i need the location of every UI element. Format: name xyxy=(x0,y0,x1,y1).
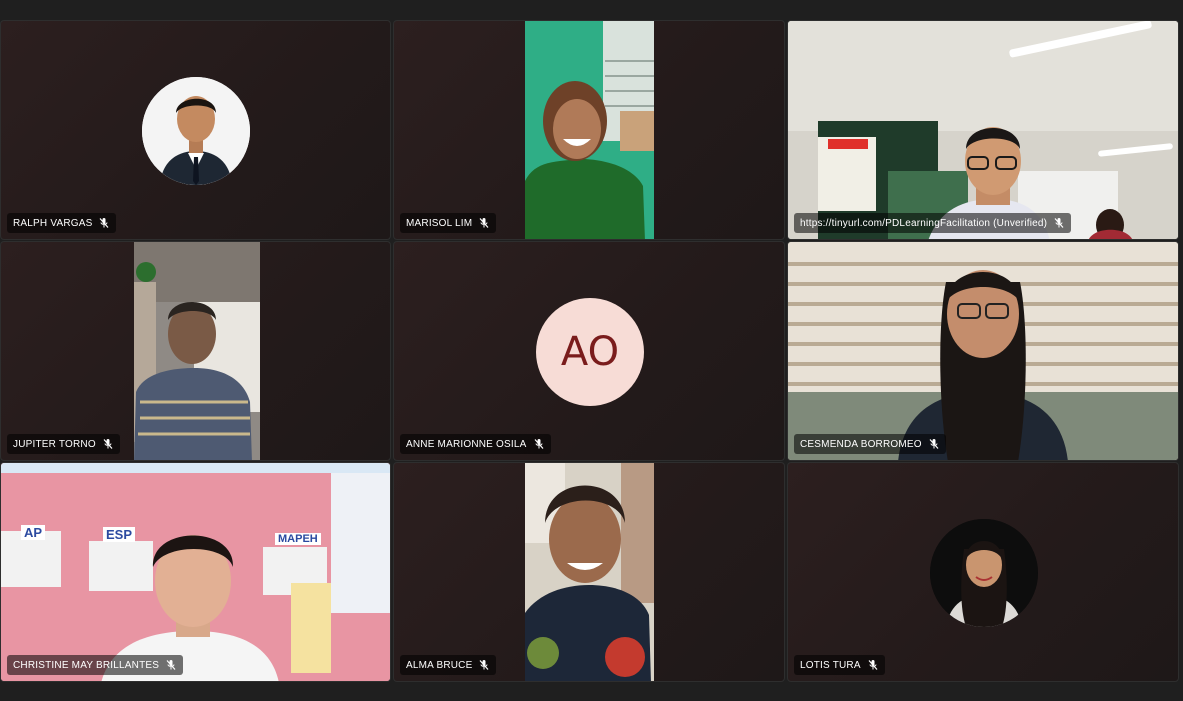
participant-name-label: CESMENDA BORROMEO xyxy=(794,434,946,454)
wall-label-ap: AP xyxy=(21,525,46,540)
mic-off-icon xyxy=(100,218,109,228)
wall-label-mapeh: MAPEH xyxy=(275,533,321,545)
wall-label-esp: ESP xyxy=(103,527,136,542)
participant-name-label: ANNE MARIONNE OSILA xyxy=(400,434,551,454)
participant-tile-christine-may-brillantes[interactable]: AP ESP MAPEH CHRISTINE MAY BRILLANTES xyxy=(0,462,391,682)
avatar xyxy=(142,77,250,185)
participant-name-label: CHRISTINE MAY BRILLANTES xyxy=(7,655,184,675)
participant-name-label: MARISOL LIM xyxy=(400,213,497,233)
video-grid: RALPH VARGAS MARISOL LIM https://tinyurl… xyxy=(0,20,1183,682)
participant-tile-anne-marionne-osila[interactable]: AO ANNE MARIONNE OSILA xyxy=(393,241,785,461)
participant-video xyxy=(788,21,1178,239)
participant-tile-cesmenda-borromeo[interactable]: CESMENDA BORROMEO xyxy=(787,241,1179,461)
mic-off-icon xyxy=(534,439,543,449)
participant-tile-jupiter-torno[interactable]: JUPITER TORNO xyxy=(0,241,391,461)
mic-off-icon xyxy=(1054,218,1064,228)
participant-name-label: LOTIS TURA xyxy=(794,655,885,675)
participant-video xyxy=(134,242,260,460)
participant-name-label: JUPITER TORNO xyxy=(7,434,120,454)
participant-name-label: https://tinyurl.com/PDLearningFacilitati… xyxy=(794,213,1072,233)
avatar xyxy=(930,519,1038,627)
mic-off-icon xyxy=(868,660,878,670)
participant-tile-alma-bruce[interactable]: ALMA BRUCE xyxy=(393,462,785,682)
mic-off-icon xyxy=(480,660,489,670)
participant-video xyxy=(1,463,390,681)
mic-off-icon xyxy=(479,218,489,228)
participant-name-label: ALMA BRUCE xyxy=(400,655,497,675)
participant-video xyxy=(788,242,1178,460)
participant-name-label: RALPH VARGAS xyxy=(7,213,117,233)
participant-tile-lotis-tura[interactable]: LOTIS TURA xyxy=(787,462,1179,682)
participant-tile-unverified[interactable]: https://tinyurl.com/PDLearningFacilitati… xyxy=(787,20,1179,240)
mic-off-icon xyxy=(929,439,939,449)
participant-tile-marisol-lim[interactable]: MARISOL LIM xyxy=(393,20,785,240)
mic-off-icon xyxy=(166,660,176,670)
participant-tile-ralph-vargas[interactable]: RALPH VARGAS xyxy=(0,20,391,240)
mic-off-icon xyxy=(103,439,113,449)
participant-video xyxy=(525,463,654,681)
initials-avatar: AO xyxy=(536,298,644,406)
participant-video xyxy=(525,21,654,239)
